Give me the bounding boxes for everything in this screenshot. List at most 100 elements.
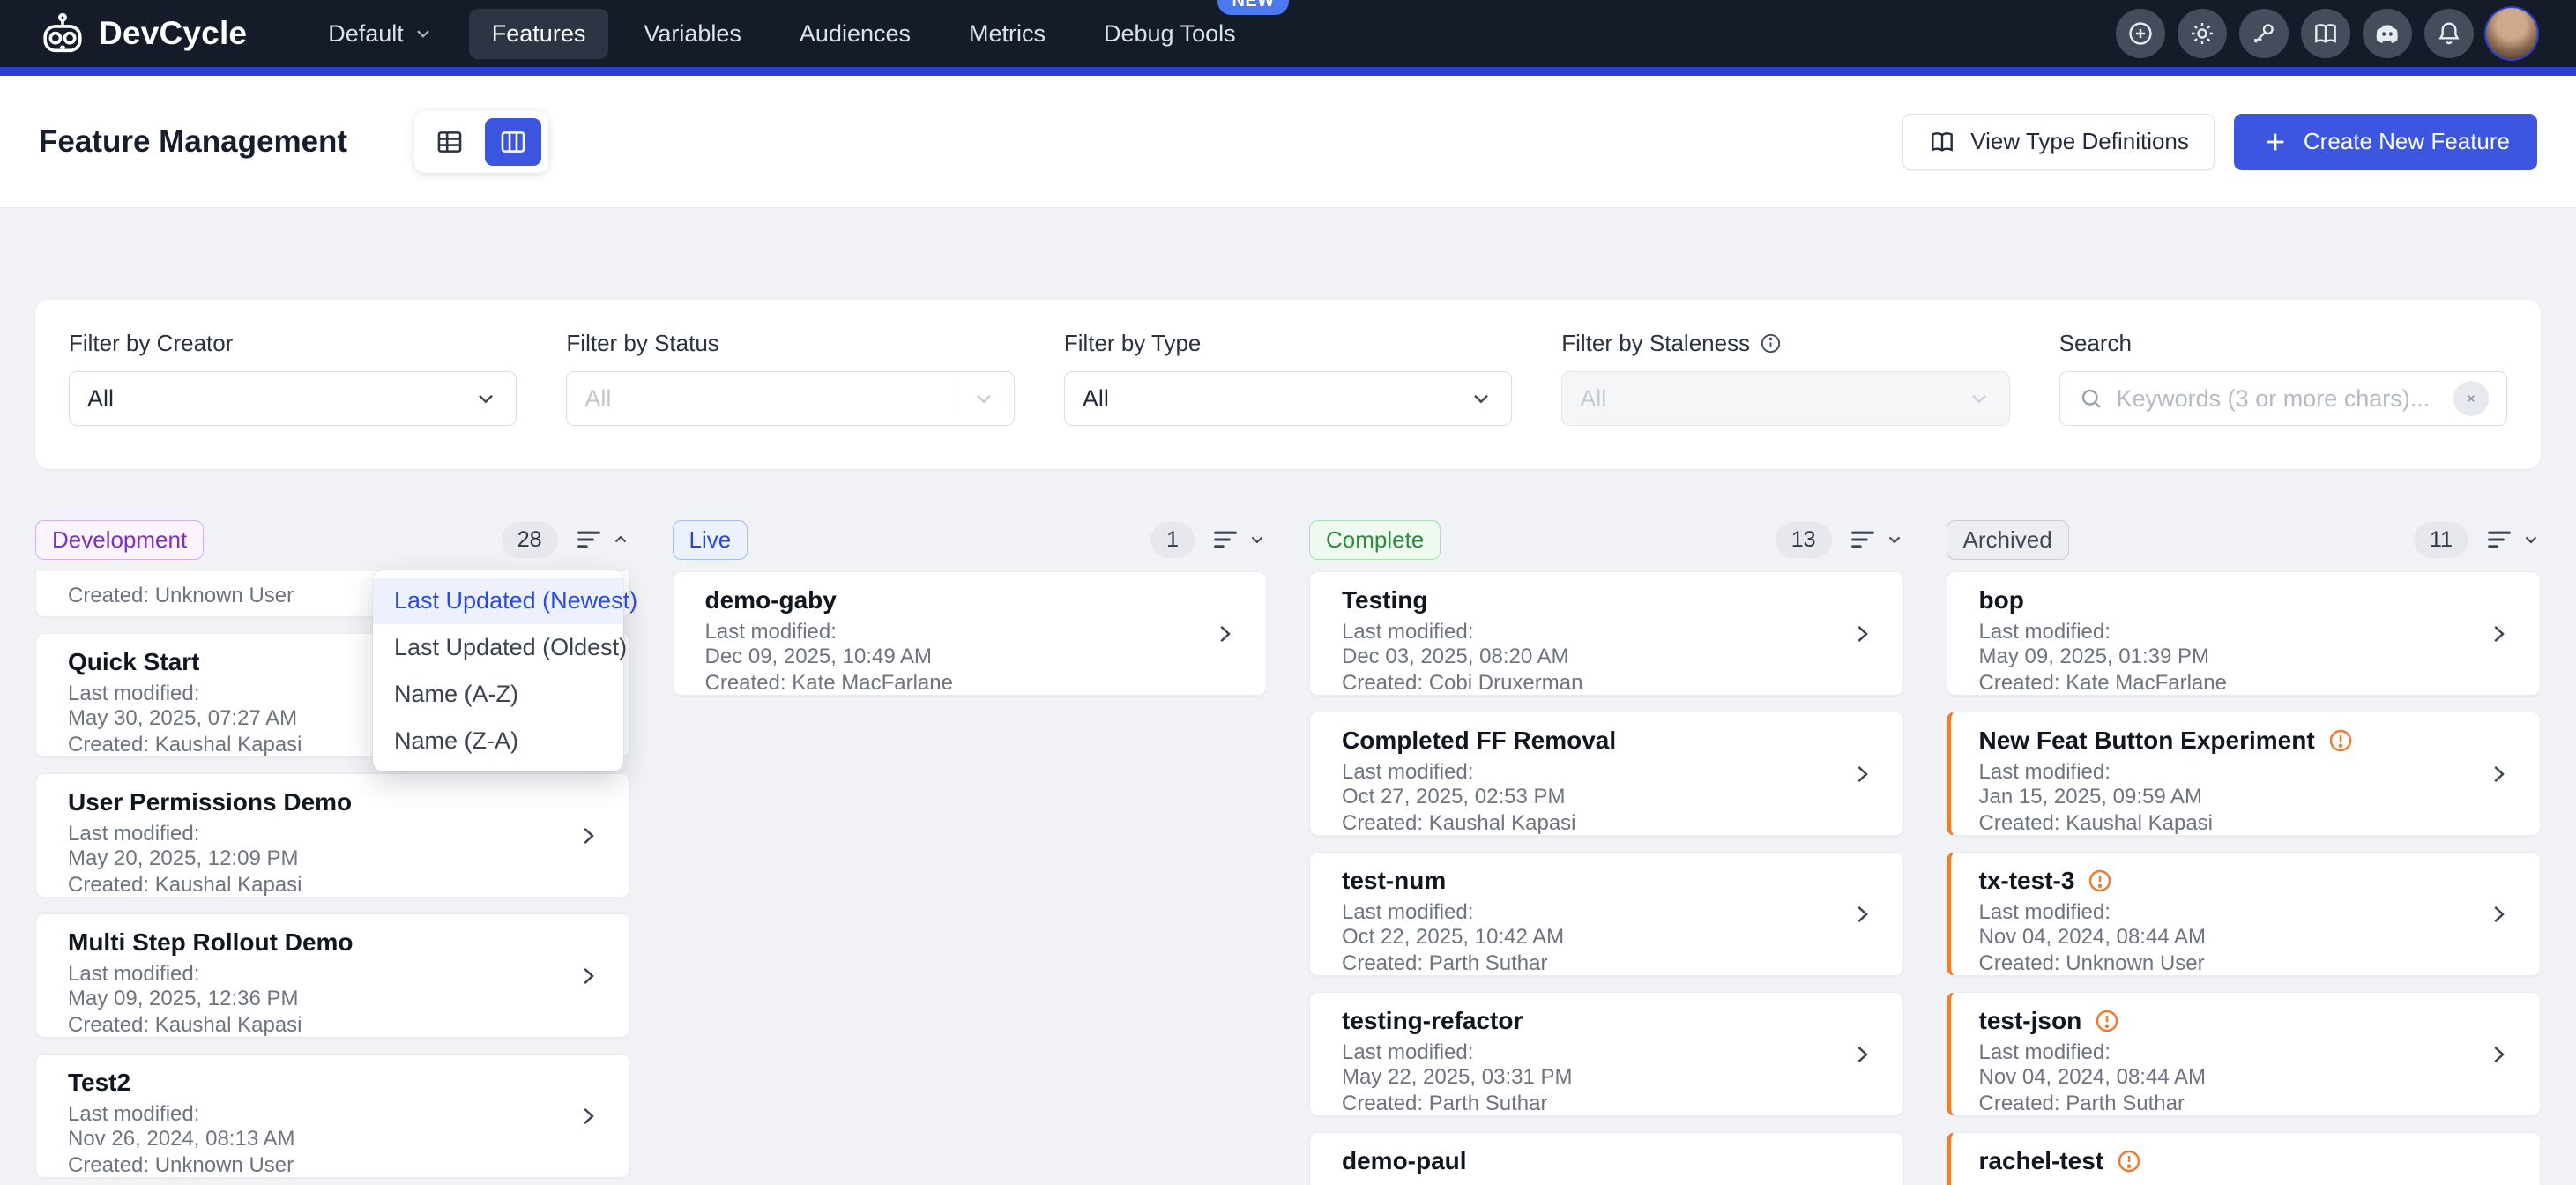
kanban-view-button[interactable] xyxy=(485,118,541,166)
filter-status-placeholder: All xyxy=(584,385,956,413)
nav-item-label: Variables xyxy=(644,20,741,48)
feature-card[interactable]: User Permissions DemoLast modified:May 2… xyxy=(35,773,630,898)
feature-card[interactable]: New Feat Button ExperimentLast modified:… xyxy=(1947,712,2542,836)
chevron-right-icon xyxy=(575,823,601,849)
feature-card[interactable]: bopLast modified:May 09, 2025, 01:39 PMC… xyxy=(1947,571,2542,696)
last-modified-label: Last modified: xyxy=(705,620,1205,645)
column-sort-button[interactable] xyxy=(1210,525,1267,555)
column-sort-button[interactable] xyxy=(2484,525,2541,555)
filter-staleness-select: All xyxy=(1561,371,2009,426)
table-view-button[interactable] xyxy=(421,118,478,166)
devcycle-logo[interactable]: DevCycle xyxy=(39,10,247,57)
settings-button[interactable] xyxy=(2178,9,2227,58)
feature-card-title: tx-test-3 xyxy=(1979,867,2479,895)
last-modified-label: Last modified: xyxy=(1979,900,2479,925)
feature-card[interactable]: rachel-test xyxy=(1947,1132,2542,1185)
last-modified-label: Last modified: xyxy=(68,962,568,987)
sort-option-name-a-z[interactable]: Name (A-Z) xyxy=(373,671,623,718)
column-header: Live1 xyxy=(673,520,1268,559)
last-modified-date: Nov 04, 2024, 08:44 AM xyxy=(1979,1065,2479,1090)
feature-card[interactable]: TestingLast modified:Dec 03, 2025, 08:20… xyxy=(1309,571,1904,696)
created-by: Created: Kaushal Kapasi xyxy=(68,1013,568,1038)
feature-card[interactable]: Multi Step Rollout Demo Last modified:May… xyxy=(35,913,630,1038)
feature-card[interactable]: testing-refactorLast modified:May 22, 20… xyxy=(1309,992,1904,1116)
chevron-right-icon xyxy=(575,963,601,989)
last-modified-label: Last modified: xyxy=(1342,620,1842,645)
feature-card[interactable]: test-numLast modified:Oct 22, 2025, 10:4… xyxy=(1309,852,1904,976)
created-by: Created: Parth Suthar xyxy=(1979,1092,2479,1116)
feature-card-title: test-json xyxy=(1979,1007,2479,1035)
feature-name: test-num xyxy=(1342,867,1446,895)
last-modified-date: May 20, 2025, 12:09 PM xyxy=(68,846,568,871)
feature-card-title: Completed FF Removal xyxy=(1342,727,1842,755)
clear-search-button[interactable] xyxy=(2453,381,2489,416)
devcycle-robot-icon xyxy=(39,10,86,57)
feature-card[interactable]: tx-test-3Last modified:Nov 04, 2024, 08:… xyxy=(1947,852,2542,976)
view-type-definitions-label: View Type Definitions xyxy=(1970,128,2189,155)
api-keys-button[interactable] xyxy=(2239,9,2289,58)
search-input[interactable] xyxy=(2117,385,2453,413)
chevron-down-icon xyxy=(2521,530,2541,549)
column-sort-button[interactable] xyxy=(574,525,630,555)
create-new-button[interactable] xyxy=(2116,9,2165,58)
column-count-badge: 11 xyxy=(2414,522,2468,558)
created-by: Created: Kate MacFarlane xyxy=(1979,671,2479,696)
sort-option-last-updated-newest[interactable]: Last Updated (Newest) xyxy=(373,578,623,624)
feature-card[interactable]: demo-gabyLast modified:Dec 09, 2025, 10:… xyxy=(673,571,1268,696)
sort-lines-icon xyxy=(1848,525,1878,555)
column-status-badge: Live xyxy=(673,520,748,560)
chevron-right-icon xyxy=(1211,621,1238,647)
feature-name: rachel-test xyxy=(1979,1147,2104,1175)
user-avatar[interactable] xyxy=(2486,8,2537,59)
filter-status-select[interactable]: All xyxy=(566,371,1014,426)
filter-staleness-placeholder: All xyxy=(1580,385,1966,413)
filter-group-creator: Filter by Creator All xyxy=(69,330,517,439)
feature-card[interactable]: demo-paul xyxy=(1309,1132,1904,1185)
last-modified-date: May 09, 2025, 12:36 PM xyxy=(68,987,568,1011)
sort-option-last-updated-oldest[interactable]: Last Updated (Oldest) xyxy=(373,624,623,671)
notifications-button[interactable] xyxy=(2424,9,2474,58)
search-field xyxy=(2059,371,2507,426)
created-by: Created: Kate MacFarlane xyxy=(705,671,1205,696)
column-header: Development28 xyxy=(35,520,630,559)
feature-name: User Permissions Demo xyxy=(68,788,352,816)
filter-group-status: Filter by Status All xyxy=(566,330,1014,439)
nav-item-features[interactable]: Features xyxy=(469,9,609,59)
chevron-down-icon xyxy=(473,386,498,411)
filter-type-select[interactable]: All xyxy=(1064,371,1512,426)
feature-card[interactable]: Test2Last modified:Nov 26, 2024, 08:13 A… xyxy=(35,1054,630,1178)
feature-name: demo-gaby xyxy=(705,586,837,615)
sort-option-label: Last Updated (Oldest) xyxy=(394,634,627,661)
nav-item-label: Debug Tools xyxy=(1104,20,1236,48)
filter-creator-select[interactable]: All xyxy=(69,371,517,426)
close-icon xyxy=(2462,390,2480,407)
last-modified-label: Last modified: xyxy=(1342,760,1842,785)
feature-name: Completed FF Removal xyxy=(1342,727,1616,755)
feature-card-title: test-num xyxy=(1342,867,1842,895)
chevron-right-icon xyxy=(2485,901,2512,928)
feature-card[interactable]: test-jsonLast modified:Nov 04, 2024, 08:… xyxy=(1947,992,2542,1116)
create-new-feature-button[interactable]: Create New Feature xyxy=(2234,114,2537,170)
documentation-button[interactable] xyxy=(2301,9,2350,58)
feature-name: tx-test-3 xyxy=(1979,867,2075,895)
sort-option-name-z-a[interactable]: Name (Z-A) xyxy=(373,718,623,764)
last-modified-date: Nov 26, 2024, 08:13 AM xyxy=(68,1127,568,1151)
feature-name: test-json xyxy=(1979,1007,2082,1035)
view-type-definitions-button[interactable]: View Type Definitions xyxy=(1902,114,2215,170)
project-selector[interactable]: Default xyxy=(305,9,457,59)
column-count-badge: 28 xyxy=(502,522,558,558)
nav-item-audiences[interactable]: Audiences xyxy=(777,9,934,59)
nav-item-debug-tools[interactable]: Debug ToolsNEW xyxy=(1081,9,1259,59)
create-new-feature-label: Create New Feature xyxy=(2304,128,2510,155)
feature-name: Multi Step Rollout Demo xyxy=(68,928,354,957)
feature-card[interactable]: Completed FF RemovalLast modified:Oct 27… xyxy=(1309,712,1904,836)
nav-item-variables[interactable]: Variables xyxy=(621,9,764,59)
feature-card-title: Testing xyxy=(1342,586,1842,615)
discord-button[interactable] xyxy=(2363,9,2412,58)
column-sort-button[interactable] xyxy=(1848,525,1904,555)
chevron-down-icon xyxy=(1885,530,1904,549)
column-cards: TestingLast modified:Dec 03, 2025, 08:20… xyxy=(1309,559,1904,1185)
nav-item-metrics[interactable]: Metrics xyxy=(946,9,1068,59)
last-modified-date: May 22, 2025, 03:31 PM xyxy=(1342,1065,1842,1090)
feature-card-title: demo-paul xyxy=(1342,1147,1842,1175)
